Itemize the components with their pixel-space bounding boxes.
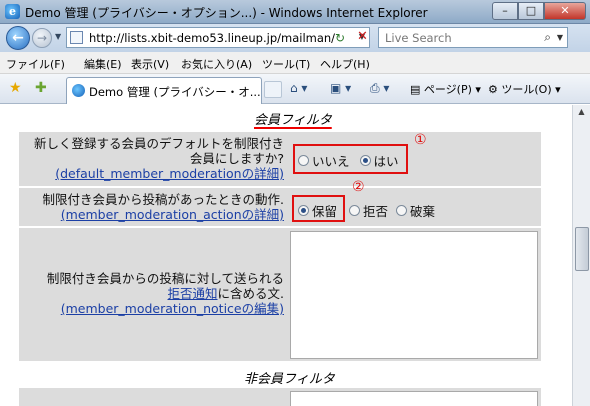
home-icon[interactable]: ⌂ ▾ <box>290 81 307 95</box>
search-dropdown-icon[interactable]: ▼ <box>557 33 563 42</box>
moderation-action-label: 制限付き会員から投稿があったときの動作. (member_moderation_… <box>20 192 284 222</box>
new-tab-button[interactable] <box>264 81 282 98</box>
member-moderation-action-detail-link[interactable]: (member_moderation_actionの詳細) <box>20 207 284 222</box>
search-icon[interactable]: ⌕ <box>544 30 551 45</box>
radio-reject-label: 拒否 <box>363 204 389 219</box>
address-url[interactable]: http://lists.xbit-demo53.lineup.jp/mailm… <box>89 31 335 45</box>
marker-2: ② <box>352 179 365 195</box>
radio-reject[interactable] <box>349 205 361 216</box>
history-dropdown-icon[interactable]: ▼ <box>55 32 61 41</box>
menu-tools[interactable]: ツール(T) <box>262 56 310 72</box>
radio-discard-label: 破棄 <box>410 204 436 219</box>
label-text: 拒否通知に含める文. <box>20 286 285 301</box>
vertical-scrollbar[interactable]: ▲ <box>572 105 590 406</box>
tab-bar: ★ ✚ Demo 管理 (プライバシー・オ... ⌂ ▾ ▣ ▾ ⎙ ▾ ▤ ペ… <box>0 74 590 104</box>
close-button[interactable]: ✕ <box>544 2 586 20</box>
tab-demo-admin[interactable]: Demo 管理 (プライバシー・オ... <box>66 77 262 104</box>
member-moderation-notice-edit-link[interactable]: (member_moderation_noticeの編集) <box>20 301 284 316</box>
minimize-button[interactable]: – <box>492 2 518 20</box>
menu-favorites[interactable]: お気に入り(A) <box>181 56 252 72</box>
page-icon-small: ▤ <box>410 83 421 96</box>
add-favorite-icon[interactable]: ✚ <box>35 80 47 96</box>
scrollbar-thumb[interactable] <box>575 227 589 271</box>
forward-button[interactable]: → <box>32 28 52 48</box>
back-button[interactable]: ← <box>6 26 30 50</box>
radio-yes[interactable] <box>359 155 371 166</box>
label-text: 制限付き会員からの投稿に対して送られる <box>46 271 284 286</box>
page-menu-button[interactable]: ▤ ページ(P) ▾ <box>410 81 481 97</box>
nonmember-textarea[interactable] <box>290 391 538 406</box>
window-title: Demo 管理 (プライバシー・オプション...) - Windows Inte… <box>25 6 428 20</box>
radio-hold-label: 保留 <box>312 204 338 219</box>
ie-logo-icon: e <box>5 4 20 19</box>
search-placeholder: Live Search <box>385 31 452 45</box>
tab-label: Demo 管理 (プライバシー・オ... <box>89 85 261 99</box>
section-title-member-filter: 会員フィルタ <box>254 113 332 128</box>
page-content: 会員フィルタ 新しく登録する会員のデフォルトを制限付き 会員にしますか? (de… <box>0 105 572 406</box>
label-text: 会員にしますか? <box>189 151 284 166</box>
moderation-radio-group: いいえ はい <box>298 151 399 170</box>
radio-no[interactable] <box>298 155 309 166</box>
page-menu-label: ページ(P) <box>423 83 472 96</box>
radio-discard[interactable] <box>396 205 408 216</box>
feeds-icon[interactable]: ▣ ▾ <box>330 81 351 95</box>
menu-bar: ファイル(F) 編集(E) 表示(V) お気に入り(A) ツール(T) ヘルプ(… <box>0 52 590 74</box>
gear-icon: ⚙ <box>488 83 498 96</box>
navigation-bar: ← → ▼ http://lists.xbit-demo53.lineup.jp… <box>0 24 590 52</box>
action-radio-group: 保留 拒否 破棄 <box>298 201 435 220</box>
label-text: 新しく登録する会員のデフォルトを制限付き <box>33 136 284 151</box>
title-bar: e Demo 管理 (プライバシー・オプション...) - Windows In… <box>0 0 590 24</box>
default-member-moderation-detail-link[interactable]: (default_member_moderationの詳細) <box>20 166 284 181</box>
reject-notice-link[interactable]: 拒否通知 <box>168 286 218 301</box>
radio-no-label: いいえ <box>312 154 350 169</box>
tools-menu-label: ツール(O) <box>501 83 552 96</box>
moderation-notice-textarea[interactable] <box>290 231 538 359</box>
marker-1: ① <box>414 132 427 148</box>
default-moderation-label: 新しく登録する会員のデフォルトを制限付き 会員にしますか? (default_m… <box>20 136 284 181</box>
tab-page-icon <box>72 84 85 97</box>
radio-hold[interactable] <box>298 205 309 216</box>
stop-icon[interactable]: ✕ <box>357 29 368 44</box>
scroll-up-icon[interactable]: ▲ <box>575 107 588 121</box>
menu-help[interactable]: ヘルプ(H) <box>320 56 370 72</box>
radio-yes-label: はい <box>373 154 399 169</box>
moderation-notice-label: 制限付き会員からの投稿に対して送られる 拒否通知に含める文. (member_m… <box>20 271 284 316</box>
section-title-nonmember-filter: 非会員フィルタ <box>244 372 335 387</box>
label-text: 制限付き会員から投稿があったときの動作. <box>42 192 284 207</box>
option-label-cell <box>19 388 288 406</box>
menu-view[interactable]: 表示(V) <box>131 56 169 72</box>
refresh-icon[interactable]: ↻ <box>335 31 345 45</box>
search-input[interactable]: Live Search ⌕ ▼ <box>378 27 568 48</box>
tools-menu-button[interactable]: ⚙ ツール(O) ▾ <box>488 81 561 97</box>
window-controls: – □ ✕ <box>492 2 586 20</box>
page-icon <box>70 31 83 44</box>
favorites-star-icon[interactable]: ★ <box>9 80 22 96</box>
menu-edit[interactable]: 編集(E) <box>84 56 122 72</box>
maximize-button[interactable]: □ <box>518 2 544 20</box>
print-icon[interactable]: ⎙ ▾ <box>370 81 389 96</box>
label-tail-text: に含める文. <box>217 286 284 301</box>
menu-file[interactable]: ファイル(F) <box>6 56 65 72</box>
address-bar[interactable]: http://lists.xbit-demo53.lineup.jp/mailm… <box>66 27 370 48</box>
